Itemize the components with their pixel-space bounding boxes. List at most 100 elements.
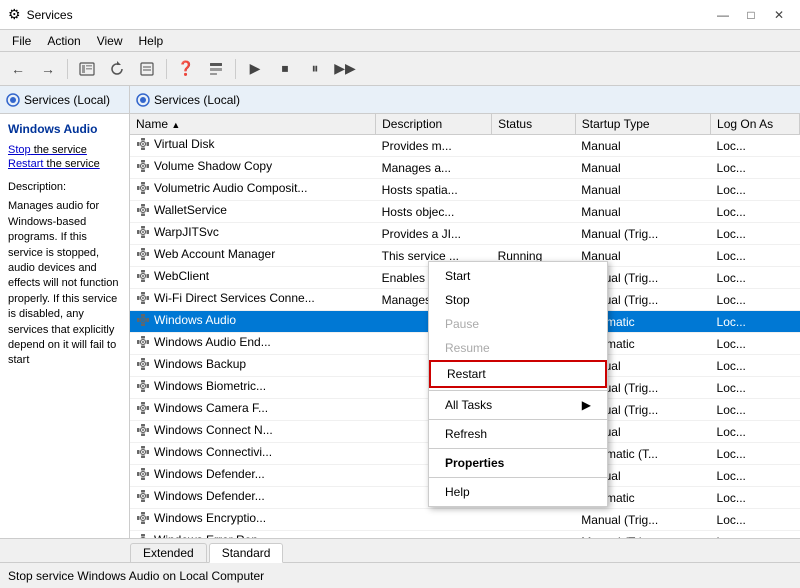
- left-panel-content: Windows Audio Stop the service Restart t…: [0, 114, 129, 377]
- properties-button[interactable]: [202, 56, 230, 82]
- context-menu-item[interactable]: Help: [429, 480, 607, 504]
- service-desc-cell: Provides a JI...: [376, 223, 492, 245]
- service-logon-cell: Loc...: [711, 201, 800, 223]
- service-name-cell: Volumetric Audio Composit...: [130, 179, 376, 201]
- table-row[interactable]: Windows Error Rep...Manual (Trig...Loc..…: [130, 531, 800, 539]
- service-logon-cell: Loc...: [711, 355, 800, 377]
- service-startup-cell: Manual: [575, 201, 710, 223]
- menu-bar: File Action View Help: [0, 30, 800, 52]
- export-button[interactable]: [133, 56, 161, 82]
- context-menu-item[interactable]: All Tasks▶: [429, 393, 607, 417]
- table-row[interactable]: WalletService Hosts objec... ManualLoc...: [130, 201, 800, 223]
- service-logon-cell: Loc...: [711, 245, 800, 267]
- service-icon-wrapper: Windows Backup: [136, 357, 246, 371]
- pause-service-button[interactable]: ⏸: [301, 56, 329, 82]
- help-button[interactable]: ❓: [172, 56, 200, 82]
- context-menu-item[interactable]: Refresh: [429, 422, 607, 446]
- service-startup-cell: Manual (Trig...: [575, 509, 710, 531]
- toolbar: ← → ❓ ▶ ⏹ ⏸ ▶▶: [0, 52, 800, 86]
- service-name-cell: Virtual Disk: [130, 135, 376, 157]
- service-gear-icon: [136, 181, 150, 195]
- close-button[interactable]: ✕: [766, 5, 792, 25]
- show-console-button[interactable]: [73, 56, 101, 82]
- service-name-cell: Windows Encryptio...: [130, 509, 376, 531]
- table-row[interactable]: Volume Shadow CopyManages a...ManualLoc.…: [130, 157, 800, 179]
- tab-standard[interactable]: Standard: [209, 543, 284, 563]
- services-local-icon: [6, 93, 20, 107]
- service-logon-cell: Loc...: [711, 377, 800, 399]
- description-section: Description: Manages audio for Windows-b…: [8, 180, 121, 369]
- context-menu-separator: [429, 419, 607, 420]
- service-icon-wrapper: Windows Connectivi...: [136, 445, 272, 459]
- menu-action[interactable]: Action: [39, 32, 88, 50]
- menu-help[interactable]: Help: [131, 32, 172, 50]
- right-panel-header: Services (Local): [130, 86, 800, 114]
- left-panel-title: Services (Local): [24, 93, 110, 107]
- context-menu-item[interactable]: Start: [429, 264, 607, 288]
- title-bar: ⚙ Services — □ ✕: [0, 0, 800, 30]
- col-header-desc[interactable]: Description: [376, 114, 492, 135]
- service-name-cell: Windows Error Rep...: [130, 531, 376, 539]
- stop-service-button[interactable]: ⏹: [271, 56, 299, 82]
- service-logon-cell: Loc...: [711, 267, 800, 289]
- restart-service-link[interactable]: Restart the service: [8, 158, 121, 170]
- service-name-cell: Windows Audio: [130, 311, 376, 333]
- menu-file[interactable]: File: [4, 32, 39, 50]
- context-menu-item[interactable]: Properties: [429, 451, 607, 475]
- refresh-button[interactable]: [103, 56, 131, 82]
- minimize-button[interactable]: —: [710, 5, 736, 25]
- table-row[interactable]: WarpJITSvcProvides a JI...Manual (Trig..…: [130, 223, 800, 245]
- title-bar-controls: — □ ✕: [710, 5, 792, 25]
- maximize-button[interactable]: □: [738, 5, 764, 25]
- service-icon-wrapper: Windows Audio: [136, 313, 236, 327]
- table-row[interactable]: Virtual DiskProvides m...ManualLoc...: [130, 135, 800, 157]
- right-panel-icon: [136, 93, 150, 107]
- service-icon-wrapper: Virtual Disk: [136, 137, 214, 151]
- service-status-cell: [492, 509, 576, 531]
- service-name-cell: WebClient: [130, 267, 376, 289]
- restart-link-text[interactable]: Restart: [8, 158, 43, 170]
- service-icon-wrapper: Volumetric Audio Composit...: [136, 181, 307, 195]
- service-startup-cell: Manual: [575, 179, 710, 201]
- col-header-startup[interactable]: Startup Type: [575, 114, 710, 135]
- service-desc-cell: Hosts objec...: [376, 201, 492, 223]
- context-menu-item[interactable]: Restart: [429, 360, 607, 388]
- back-button[interactable]: ←: [4, 56, 32, 82]
- right-panel: Services (Local) Name ▲ Description Stat…: [130, 86, 800, 538]
- toolbar-sep-1: [67, 59, 68, 79]
- context-menu-item[interactable]: Stop: [429, 288, 607, 312]
- col-header-name[interactable]: Name ▲: [130, 114, 376, 135]
- service-gear-icon: [136, 291, 150, 305]
- restart-service-button[interactable]: ▶▶: [331, 56, 359, 82]
- service-name-cell: Wi-Fi Direct Services Conne...: [130, 289, 376, 311]
- toolbar-sep-3: [235, 59, 236, 79]
- menu-view[interactable]: View: [89, 32, 131, 50]
- toolbar-sep-2: [166, 59, 167, 79]
- title-bar-left: ⚙ Services: [8, 6, 73, 23]
- main-area: Services (Local) Windows Audio Stop the …: [0, 86, 800, 538]
- service-icon-wrapper: Wi-Fi Direct Services Conne...: [136, 291, 315, 305]
- service-icon-wrapper: WalletService: [136, 203, 227, 217]
- service-gear-icon: [136, 203, 150, 217]
- service-name-cell: Windows Backup: [130, 355, 376, 377]
- service-icon-wrapper: Web Account Manager: [136, 247, 275, 261]
- service-name-cell: WalletService: [130, 201, 376, 223]
- service-icon-wrapper: Windows Biometric...: [136, 379, 266, 393]
- table-row[interactable]: Volumetric Audio Composit...Hosts spatia…: [130, 179, 800, 201]
- service-startup-cell: Manual: [575, 135, 710, 157]
- stop-service-link[interactable]: Stop the service: [8, 144, 121, 156]
- start-service-button[interactable]: ▶: [241, 56, 269, 82]
- service-status-cell: [492, 201, 576, 223]
- right-panel-title: Services (Local): [154, 93, 240, 107]
- stop-link-suffix: the service: [31, 144, 87, 156]
- service-icon-wrapper: WebClient: [136, 269, 209, 283]
- service-logon-cell: Loc...: [711, 157, 800, 179]
- tab-extended[interactable]: Extended: [130, 543, 207, 562]
- stop-link-text[interactable]: Stop: [8, 144, 31, 156]
- service-gear-icon: [136, 445, 150, 459]
- forward-button[interactable]: →: [34, 56, 62, 82]
- col-header-status[interactable]: Status: [492, 114, 576, 135]
- col-header-logon[interactable]: Log On As: [711, 114, 800, 135]
- service-gear-icon: [136, 269, 150, 283]
- table-row[interactable]: Windows Encryptio...Manual (Trig...Loc..…: [130, 509, 800, 531]
